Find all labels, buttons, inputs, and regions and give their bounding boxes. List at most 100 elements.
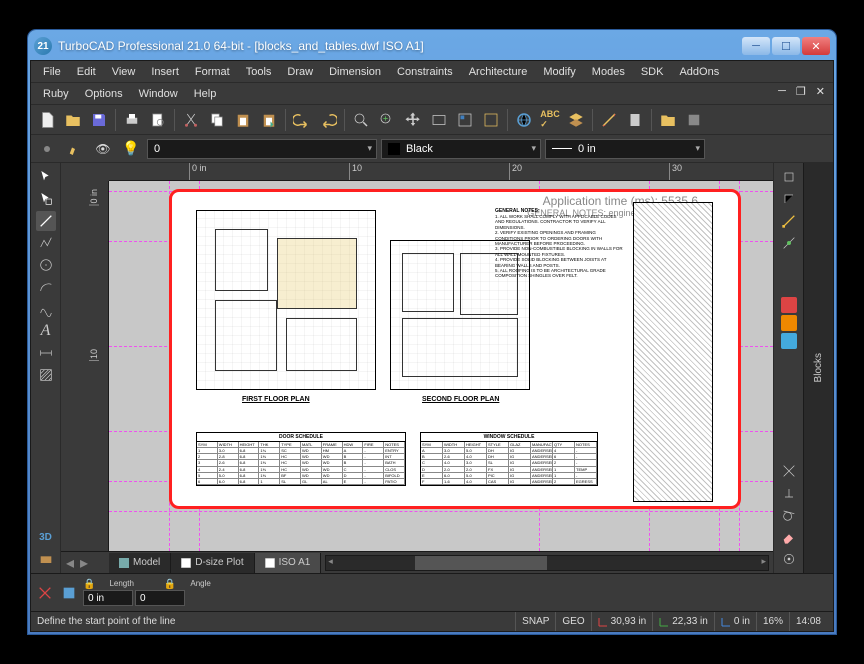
midpoint-snap[interactable] (779, 233, 799, 253)
arc-tool[interactable] (36, 277, 56, 297)
hyperlink-button[interactable] (512, 108, 536, 132)
mdi-restore[interactable]: ❐ (792, 85, 810, 98)
3d-tool[interactable]: 3D (36, 527, 56, 547)
maximize-button[interactable]: ☐ (772, 37, 800, 55)
menu-insert[interactable]: Insert (143, 63, 187, 81)
titlebar[interactable]: 21 TurboCAD Professional 21.0 64-bit - [… (30, 32, 834, 60)
menu-format[interactable]: Format (187, 63, 238, 81)
redo-button[interactable] (316, 108, 340, 132)
palette-orange[interactable] (781, 315, 797, 331)
print-button[interactable] (120, 108, 144, 132)
menu-dimension[interactable]: Dimension (321, 63, 389, 81)
tab-model[interactable]: Model (109, 553, 171, 573)
menu-options[interactable]: Options (77, 85, 131, 103)
snap-indicator[interactable]: SNAP (515, 612, 555, 631)
minimize-button[interactable]: ─ (742, 37, 770, 55)
visibility-icon[interactable]: 👁 (91, 137, 115, 161)
blocks-panel-tab[interactable]: Blocks (803, 163, 833, 573)
measure-button[interactable] (597, 108, 621, 132)
line-tool[interactable] (36, 211, 56, 231)
zoom-level[interactable]: 16% (756, 612, 789, 631)
open-button[interactable] (61, 108, 85, 132)
polyline-tool[interactable] (36, 233, 56, 253)
print-preview-button[interactable] (146, 108, 170, 132)
bulb-icon[interactable]: 💡 (119, 137, 143, 161)
menu-modes[interactable]: Modes (584, 63, 633, 81)
eraser-icon[interactable] (779, 527, 799, 547)
view-button[interactable] (427, 108, 451, 132)
undo-button[interactable] (290, 108, 314, 132)
coord-z[interactable]: 0 in (714, 612, 756, 631)
render-button[interactable] (479, 108, 503, 132)
menu-modify[interactable]: Modify (535, 63, 583, 81)
center-snap[interactable] (779, 549, 799, 569)
intersection-snap[interactable] (779, 461, 799, 481)
menu-file[interactable]: File (35, 63, 69, 81)
paste-button[interactable] (231, 108, 255, 132)
menu-architecture[interactable]: Architecture (461, 63, 536, 81)
ortho-toggle[interactable] (779, 189, 799, 209)
zoom-extents-button[interactable] (375, 108, 399, 132)
lineweight-combo[interactable]: 0 in (545, 139, 705, 159)
endpoint-snap[interactable] (779, 211, 799, 231)
menu-tools[interactable]: Tools (238, 63, 280, 81)
pan-button[interactable] (401, 108, 425, 132)
dimension-tool[interactable] (36, 343, 56, 363)
tangent-snap[interactable] (779, 505, 799, 525)
menu-draw[interactable]: Draw (279, 63, 321, 81)
tab-scroll-left[interactable]: ◂ (63, 553, 77, 573)
brush-icon[interactable] (63, 137, 87, 161)
tab-dsize[interactable]: D-size Plot (171, 553, 254, 573)
length-lock-icon[interactable]: 🔒 (83, 579, 95, 590)
coord-x[interactable]: 30,93 in (591, 612, 653, 631)
wall-tool[interactable] (36, 549, 56, 569)
layer-combo[interactable]: 0 (147, 139, 377, 159)
text-tool[interactable]: A (36, 321, 56, 341)
calculator-button[interactable] (623, 108, 647, 132)
perpendicular-snap[interactable] (779, 483, 799, 503)
mdi-minimize[interactable]: ─ (774, 85, 790, 98)
coord-y[interactable]: 22,33 in (652, 612, 714, 631)
menu-constraints[interactable]: Constraints (389, 63, 461, 81)
length-field[interactable]: 0 in (83, 590, 133, 606)
geo-indicator[interactable]: GEO (555, 612, 590, 631)
find-button[interactable]: ABC✓ (538, 108, 562, 132)
new-button[interactable] (35, 108, 59, 132)
color-combo[interactable]: Black (381, 139, 541, 159)
pointer-tool[interactable] (36, 167, 56, 187)
menu-view[interactable]: View (104, 63, 144, 81)
paste-special-button[interactable] (257, 108, 281, 132)
folder-button[interactable] (656, 108, 680, 132)
cut-button[interactable] (179, 108, 203, 132)
circle-tool[interactable] (36, 255, 56, 275)
hatch-tool[interactable] (36, 365, 56, 385)
drafting-toggle[interactable] (35, 583, 55, 603)
tab-iso-a1[interactable]: ISO A1 (255, 553, 322, 573)
vertical-ruler[interactable]: 0 in 10 (61, 181, 109, 551)
drawing-canvas[interactable]: Application time (ms): 5535.6 GENERAL NO… (109, 181, 773, 551)
spline-tool[interactable] (36, 299, 56, 319)
menu-window[interactable]: Window (131, 85, 186, 103)
layers-button[interactable] (564, 108, 588, 132)
grid-toggle[interactable] (59, 583, 79, 603)
properties-button[interactable] (682, 108, 706, 132)
save-button[interactable] (87, 108, 111, 132)
palette-cyan[interactable] (781, 333, 797, 349)
gear-icon[interactable] (35, 137, 59, 161)
tab-scroll-right[interactable]: ▸ (77, 553, 91, 573)
select-tool[interactable] (36, 189, 56, 209)
named-views-button[interactable] (453, 108, 477, 132)
snap-toggle[interactable] (779, 167, 799, 187)
menu-sdk[interactable]: SDK (633, 63, 672, 81)
menu-addons[interactable]: AddOns (671, 63, 727, 81)
menu-help[interactable]: Help (186, 85, 225, 103)
horizontal-ruler[interactable]: 0 in 10 20 30 (109, 163, 773, 181)
menu-edit[interactable]: Edit (69, 63, 104, 81)
zoom-window-button[interactable] (349, 108, 373, 132)
mdi-close[interactable]: ✕ (812, 85, 829, 98)
close-button[interactable]: ✕ (802, 37, 830, 55)
horizontal-scrollbar[interactable]: ◂▸ (325, 555, 769, 571)
angle-lock-icon[interactable]: 🔒 (164, 579, 176, 590)
palette-red[interactable] (781, 297, 797, 313)
angle-field[interactable]: 0 (135, 590, 185, 606)
